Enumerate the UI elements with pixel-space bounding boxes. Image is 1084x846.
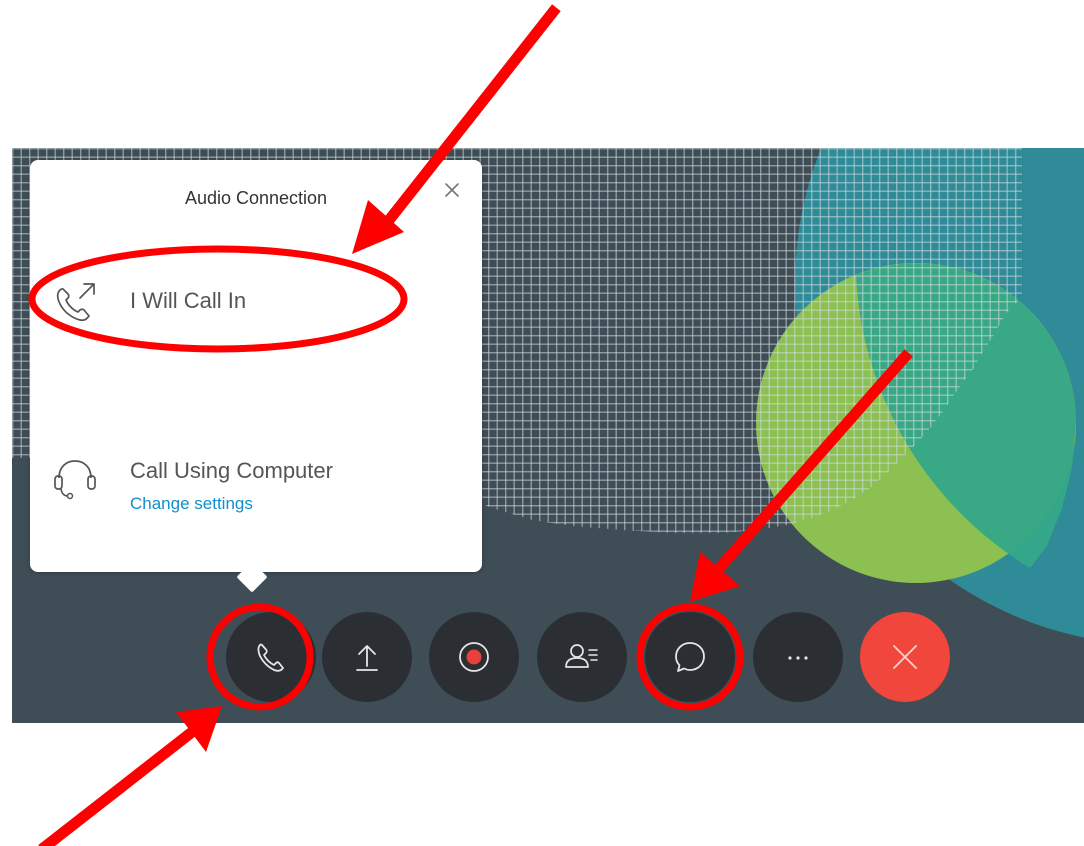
close-popover-button[interactable] [440, 178, 464, 202]
annotation-arrow-bottom [38, 706, 222, 846]
record-button[interactable] [429, 612, 519, 702]
more-horizontal-icon [788, 656, 808, 660]
phone-icon [257, 643, 284, 672]
share-button[interactable] [322, 612, 412, 702]
record-icon [459, 642, 489, 672]
participants-button[interactable] [537, 612, 627, 702]
upload-icon [356, 645, 378, 671]
option-label-computer: Call Using Computer [130, 458, 333, 483]
change-settings-link[interactable]: Change settings [130, 494, 253, 514]
audio-connection-popover: Audio Connection I Will Call In Call Usi… [30, 160, 482, 593]
call-using-computer-option[interactable]: Call Using Computer Change settings [50, 452, 440, 516]
close-icon [893, 645, 917, 669]
chat-bubble-icon [675, 642, 705, 672]
meeting-control-bar [12, 612, 1084, 702]
option-label-call-in: I Will Call In [130, 288, 247, 313]
leave-button[interactable] [860, 612, 950, 702]
chat-button[interactable] [645, 612, 735, 702]
popover-title: Audio Connection [184, 188, 328, 208]
more-button[interactable] [753, 612, 843, 702]
close-icon [445, 183, 459, 197]
audio-button[interactable] [226, 612, 316, 702]
meeting-stage: Audio Connection I Will Call In Call Usi… [12, 148, 1084, 723]
i-will-call-in-option[interactable]: I Will Call In [50, 278, 440, 326]
headset-icon [54, 460, 96, 500]
phone-outgoing-icon [56, 283, 95, 322]
page: Audio Connection I Will Call In Call Usi… [0, 0, 1084, 846]
participants-icon [565, 644, 598, 668]
